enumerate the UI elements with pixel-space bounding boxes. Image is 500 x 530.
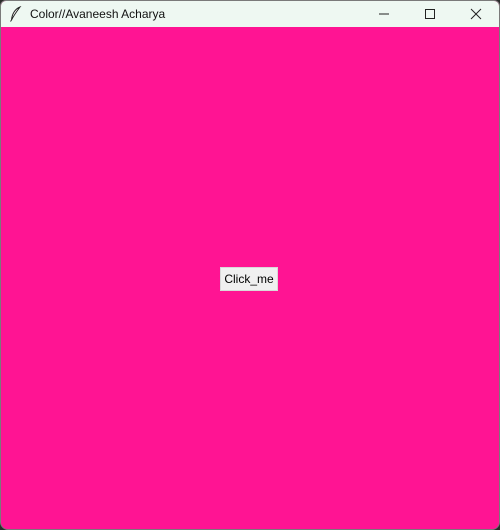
app-window: Color//Avaneesh Acharya Click_me	[0, 0, 500, 530]
minimize-icon	[379, 13, 389, 15]
window-title: Color//Avaneesh Acharya	[30, 7, 166, 21]
title-bar[interactable]: Color//Avaneesh Acharya	[1, 1, 499, 27]
maximize-icon	[425, 9, 435, 19]
color-canvas: Click_me	[1, 27, 499, 529]
minimize-button[interactable]	[361, 1, 407, 27]
close-icon	[470, 8, 482, 20]
click-me-button[interactable]: Click_me	[220, 267, 278, 291]
close-button[interactable]	[453, 1, 499, 27]
maximize-button[interactable]	[407, 1, 453, 27]
window-controls	[361, 1, 499, 27]
feather-icon	[8, 6, 24, 22]
